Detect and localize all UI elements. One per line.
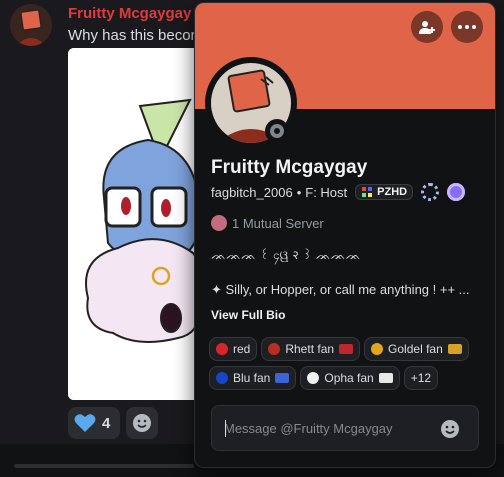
user-profile-popout: Fruitty Mcgaygay fagbitch_2006 • F: Host… <box>194 2 496 468</box>
guild-tag-label: PZHD <box>377 186 408 198</box>
guild-tag[interactable]: PZHD <box>355 184 414 200</box>
role-pill[interactable]: Rhett fan <box>261 337 361 361</box>
profile-display-name: Fruitty Mcgaygay <box>211 157 368 178</box>
message-author-name[interactable]: Fruitty Mcgaygay <box>68 5 191 22</box>
profile-meta-row: fagbitch_2006 • F: Host PZHD <box>211 181 466 203</box>
reaction-blue-heart[interactable]: 4 <box>68 407 120 439</box>
meta-separator: • <box>296 184 302 200</box>
pronoun-tag: F: Host <box>305 184 348 200</box>
chat-composer-placeholder-bar <box>14 464 194 468</box>
role-color-dot <box>216 343 228 355</box>
direct-message-input[interactable] <box>224 418 434 438</box>
more-icon <box>458 25 476 29</box>
role-color-dot <box>216 372 228 384</box>
role-color-dot <box>307 372 320 384</box>
role-pill[interactable]: Opha fan <box>300 366 400 390</box>
role-label: Rhett fan <box>285 342 335 356</box>
reaction-count: 4 <box>102 414 111 432</box>
add-friend-button[interactable] <box>411 11 443 43</box>
role-pill[interactable]: red <box>209 337 258 361</box>
nitro-badge-icon[interactable] <box>447 183 466 201</box>
opha-emoji-icon <box>378 373 393 383</box>
role-label: red <box>233 342 251 356</box>
mutual-servers-label: 1 Mutual Server <box>232 215 324 231</box>
bio-line-2: ✦ Silly, or Hopper, or call me anything … <box>211 282 470 297</box>
direct-message-box[interactable] <box>211 405 479 451</box>
role-label: Opha fan <box>324 371 374 385</box>
add-reaction-button[interactable] <box>126 407 158 439</box>
roles-list: red Rhett fan Goldel fan Blu fan Opha fan +12 <box>209 337 489 390</box>
text-caret <box>225 420 226 437</box>
emoji-picker-icon[interactable] <box>440 419 460 439</box>
more-roles-button[interactable]: +12 <box>403 366 439 390</box>
profile-badge-icon[interactable] <box>421 183 440 201</box>
role-pill[interactable]: Goldel fan <box>364 337 469 361</box>
role-pill[interactable]: Blu fan <box>209 366 297 390</box>
smile-icon <box>133 414 151 432</box>
bio-line-1: ᨏᨏᨏ ꒰ ၄ୱ २ ꒱ ᨏᨏᨏ <box>211 248 361 262</box>
blu-emoji-icon <box>275 373 290 383</box>
status-offline-indicator <box>265 119 289 143</box>
message-author-avatar[interactable] <box>10 4 52 46</box>
goldel-emoji-icon <box>447 344 462 354</box>
mutual-servers[interactable]: 1 Mutual Server <box>211 215 324 231</box>
rhett-emoji-icon <box>339 344 354 354</box>
mutual-server-icon <box>211 215 227 231</box>
view-full-bio-link[interactable]: View Full Bio <box>211 308 285 322</box>
guild-tag-icon <box>362 187 373 197</box>
message-text: Why has this becor <box>68 27 196 44</box>
role-label: Blu fan <box>233 371 271 385</box>
message-image-attachment[interactable] <box>68 48 208 400</box>
role-color-dot <box>371 343 384 355</box>
blue-heart-icon <box>74 414 96 432</box>
add-friend-icon <box>419 21 435 34</box>
role-label: Goldel fan <box>388 342 443 356</box>
role-color-dot <box>268 343 281 355</box>
more-options-button[interactable] <box>451 11 483 43</box>
profile-username[interactable]: fagbitch_2006 <box>211 185 293 200</box>
